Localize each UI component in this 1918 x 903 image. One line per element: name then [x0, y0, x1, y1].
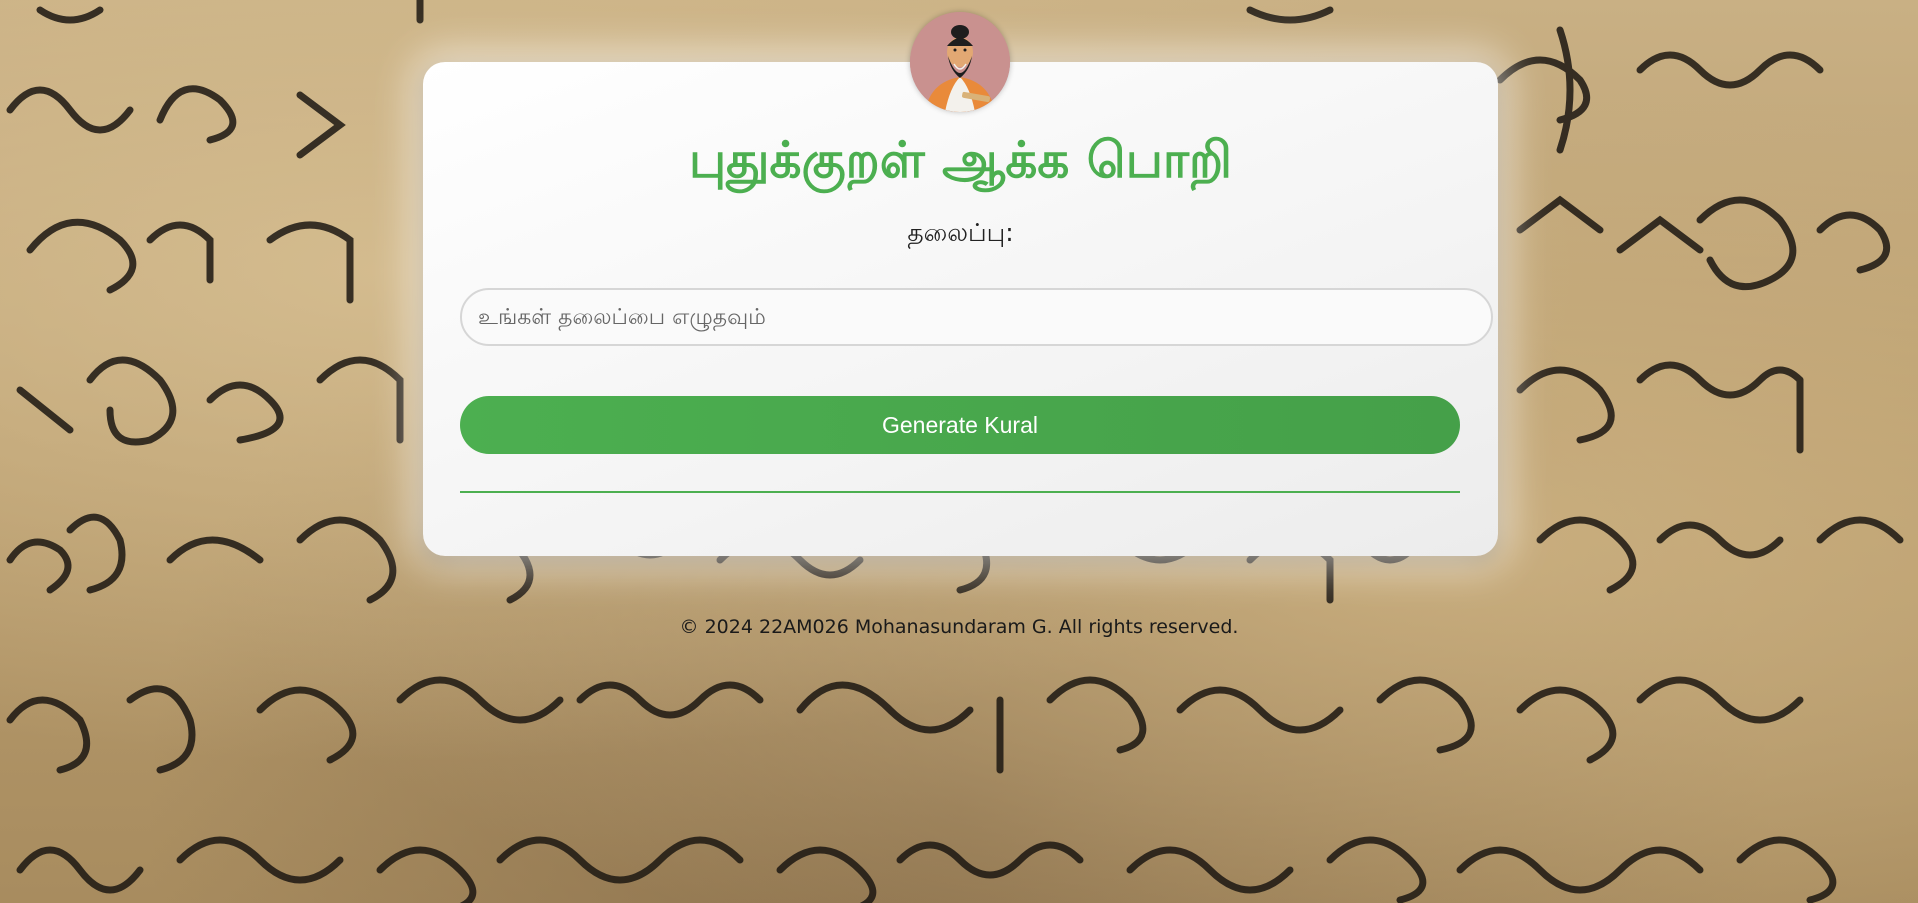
topic-label: தலைப்பு: [907, 218, 1014, 247]
page-title: புதுக்குறள் ஆக்க பொறி [688, 131, 1233, 189]
generate-kural-button[interactable]: Generate Kural [460, 396, 1460, 454]
topic-input[interactable] [460, 288, 1493, 346]
thiruvalluvar-portrait-svg [910, 12, 1010, 112]
thiruvalluvar-portrait-icon [910, 12, 1010, 112]
footer-copyright: © 2024 22AM026 Mohanasundaram G. All rig… [679, 616, 1239, 638]
output-divider [460, 491, 1460, 493]
